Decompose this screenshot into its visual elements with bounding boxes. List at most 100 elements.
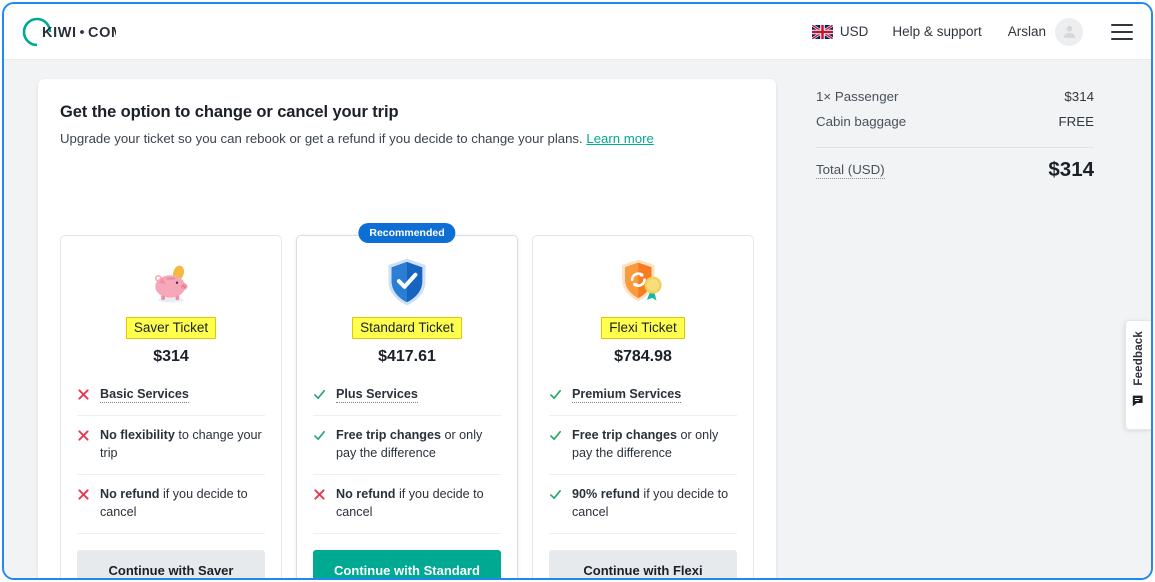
user-avatar-icon[interactable] bbox=[1055, 17, 1083, 46]
hamburger-line bbox=[1111, 23, 1133, 26]
svg-text:COM: COM bbox=[88, 25, 116, 41]
feature-row: Basic Services bbox=[77, 384, 265, 417]
upsell-panel: Get the option to change or cancel your … bbox=[38, 79, 776, 578]
plan-cards-row: Saver Ticket $314 Basic Services No flex… bbox=[60, 223, 754, 578]
hamburger-menu-icon[interactable] bbox=[1111, 23, 1133, 40]
feature-tooltip-term[interactable]: Plus Services bbox=[336, 387, 418, 403]
summary-label: Cabin baggage bbox=[816, 114, 907, 129]
plan-card-standard[interactable]: Recommended Standard Ticket $417.61 Plus… bbox=[296, 223, 518, 578]
plan-name-saver: Saver Ticket bbox=[125, 317, 217, 339]
price-summary: 1× Passenger $314 Cabin baggage FREE Tot… bbox=[816, 84, 1094, 182]
check-icon bbox=[550, 490, 561, 500]
feature-row: No refund if you decide to cancel bbox=[313, 475, 501, 534]
feature-row: No flexibility to change your trip bbox=[77, 416, 265, 476]
cross-icon bbox=[78, 430, 89, 441]
plan-name-flexi: Flexi Ticket bbox=[601, 317, 685, 339]
feature-text: No refund if you decide to cancel bbox=[336, 486, 501, 521]
summary-row-baggage: Cabin baggage FREE bbox=[816, 109, 1094, 134]
continue-with-standard-button[interactable]: Continue with Standard bbox=[313, 549, 501, 578]
total-value: $314 bbox=[1048, 158, 1094, 181]
plan-price-flexi: $784.98 bbox=[614, 348, 672, 365]
currency-label: USD bbox=[839, 24, 869, 39]
blue-shield-check-icon bbox=[313, 254, 501, 310]
total-label[interactable]: Total (USD) bbox=[816, 162, 885, 179]
orange-shield-medal-icon bbox=[549, 254, 737, 310]
feature-row: 90% refund if you decide to cancel bbox=[549, 475, 737, 534]
feature-text: 90% refund if you decide to cancel bbox=[572, 486, 737, 521]
uk-flag-icon bbox=[811, 24, 833, 39]
feature-bold: 90% refund bbox=[572, 487, 640, 502]
feature-list-flexi: Premium Services Free trip changes or on… bbox=[549, 384, 737, 534]
feature-row: Premium Services bbox=[549, 384, 737, 417]
page-subtitle: Upgrade your ticket so you can rebook or… bbox=[60, 131, 754, 146]
feature-list-standard: Plus Services Free trip changes or only … bbox=[313, 384, 501, 534]
check-icon bbox=[314, 431, 325, 441]
feature-text: No flexibility to change your trip bbox=[100, 427, 265, 462]
currency-selector[interactable]: USD bbox=[811, 24, 869, 39]
feedback-label: Feedback bbox=[1132, 331, 1145, 386]
user-name-label[interactable]: Arslan bbox=[1008, 24, 1046, 39]
feature-text: Plus Services bbox=[336, 386, 418, 403]
kiwi-com-logo[interactable]: KIWI COM bbox=[20, 15, 116, 49]
plan-price-standard: $417.61 bbox=[378, 348, 436, 365]
summary-divider bbox=[816, 147, 1094, 148]
check-icon bbox=[550, 389, 561, 400]
feature-row: Free trip changes or only pay the differ… bbox=[313, 416, 501, 476]
cta-wrap: Continue with Saver bbox=[77, 549, 265, 578]
cta-wrap: Continue with Standard bbox=[313, 549, 501, 578]
page-subtitle-text: Upgrade your ticket so you can rebook or… bbox=[60, 131, 583, 146]
continue-with-flexi-button[interactable]: Continue with Flexi bbox=[549, 549, 737, 578]
plan-name-wrap: Saver Ticket bbox=[77, 317, 265, 339]
feature-row: Free trip changes or only pay the differ… bbox=[549, 416, 737, 476]
browser-window-frame: KIWI COM USD Help & support Arslan bbox=[2, 2, 1153, 580]
plan-name-wrap: Flexi Ticket bbox=[549, 317, 737, 339]
plan-name-wrap: Standard Ticket bbox=[313, 317, 501, 339]
check-icon bbox=[314, 389, 325, 400]
check-icon bbox=[550, 431, 561, 441]
hamburger-line bbox=[1111, 37, 1133, 40]
feature-bold: No refund bbox=[100, 487, 160, 502]
piggy-bank-icon bbox=[77, 254, 265, 310]
feature-bold: Free trip changes bbox=[336, 428, 441, 443]
feature-text: Premium Services bbox=[572, 386, 682, 403]
hamburger-line bbox=[1111, 30, 1133, 33]
feature-row: Plus Services bbox=[313, 384, 501, 417]
feedback-bubble-icon bbox=[1132, 395, 1143, 406]
feature-row: No refund if you decide to cancel bbox=[77, 475, 265, 534]
header-nav: USD Help & support Arslan bbox=[811, 17, 1133, 46]
feedback-tab[interactable]: Feedback bbox=[1125, 320, 1151, 430]
feature-tooltip-term[interactable]: Premium Services bbox=[572, 387, 682, 403]
cross-icon bbox=[314, 489, 325, 500]
feature-text: No refund if you decide to cancel bbox=[100, 486, 265, 521]
recommended-badge: Recommended bbox=[358, 223, 456, 243]
page-body: Get the option to change or cancel your … bbox=[4, 60, 1151, 578]
plan-name-standard: Standard Ticket bbox=[352, 317, 462, 339]
plan-card-flexi[interactable]: Flexi Ticket $784.98 Premium Services Fr… bbox=[532, 235, 754, 578]
plan-card-saver[interactable]: Saver Ticket $314 Basic Services No flex… bbox=[60, 235, 282, 578]
summary-value: $314 bbox=[1064, 89, 1094, 104]
summary-row-passenger: 1× Passenger $314 bbox=[816, 84, 1094, 109]
cross-icon bbox=[78, 489, 89, 500]
plan-price-saver: $314 bbox=[153, 348, 189, 365]
site-header: KIWI COM USD Help & support Arslan bbox=[4, 4, 1151, 60]
cta-wrap: Continue with Flexi bbox=[549, 549, 737, 578]
learn-more-link[interactable]: Learn more bbox=[586, 131, 653, 146]
feature-text: Free trip changes or only pay the differ… bbox=[336, 427, 501, 462]
summary-value: FREE bbox=[1058, 114, 1094, 129]
cross-icon bbox=[78, 389, 89, 400]
continue-with-saver-button[interactable]: Continue with Saver bbox=[77, 549, 265, 578]
feature-bold: Free trip changes bbox=[572, 428, 677, 443]
avatar-person-icon bbox=[1063, 25, 1075, 38]
summary-total-row: Total (USD) $314 bbox=[816, 158, 1094, 182]
feature-list-saver: Basic Services No flexibility to change … bbox=[77, 384, 265, 534]
feature-text: Basic Services bbox=[100, 386, 189, 403]
feature-tooltip-term[interactable]: Basic Services bbox=[100, 387, 189, 403]
kiwi-com-logo-icon: KIWI COM bbox=[22, 17, 116, 46]
summary-label: 1× Passenger bbox=[816, 89, 899, 104]
feature-bold: No flexibility bbox=[100, 428, 175, 443]
page-title: Get the option to change or cancel your … bbox=[60, 103, 399, 121]
svg-text:KIWI: KIWI bbox=[42, 25, 77, 41]
help-and-support-link[interactable]: Help & support bbox=[892, 24, 981, 39]
feature-text: Free trip changes or only pay the differ… bbox=[572, 427, 737, 462]
feature-bold: No refund bbox=[336, 487, 396, 502]
